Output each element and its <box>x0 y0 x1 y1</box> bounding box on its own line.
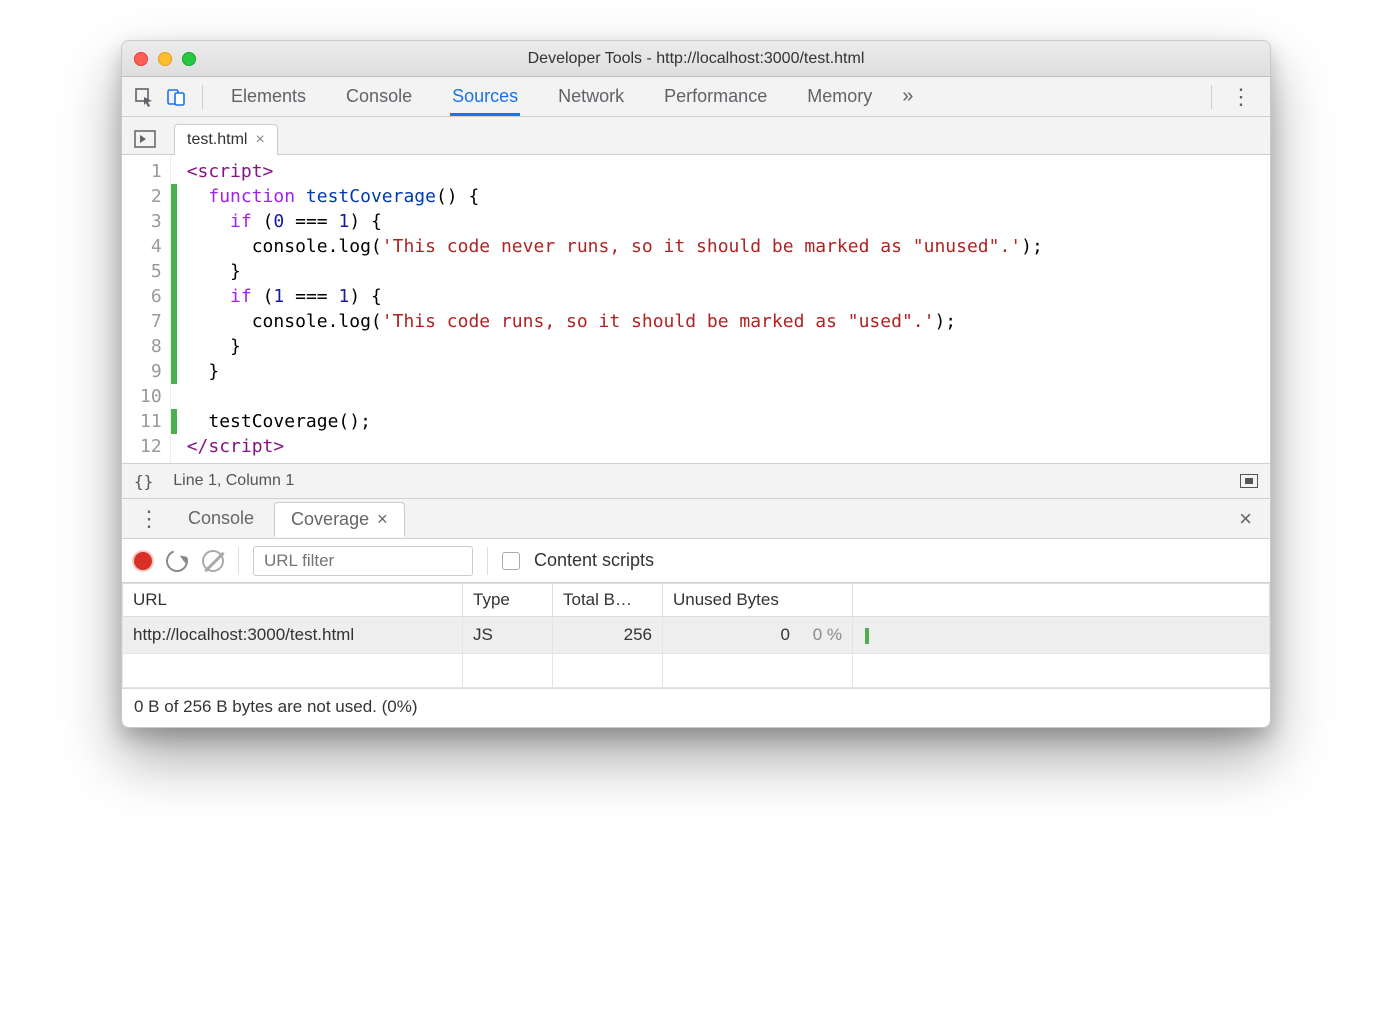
tab-performance[interactable]: Performance <box>644 77 787 116</box>
line-number: 7 <box>122 309 170 334</box>
editor-status-bar: {} Line 1, Column 1 <box>122 463 1270 499</box>
main-tabs: ElementsConsoleSourcesNetworkPerformance… <box>211 77 892 116</box>
toggle-drawer-icon[interactable] <box>1240 474 1258 488</box>
inspect-element-icon[interactable] <box>130 83 158 111</box>
tab-console[interactable]: Console <box>326 77 432 116</box>
code-line: } <box>187 359 1043 384</box>
line-number: 5 <box>122 259 170 284</box>
main-toolbar: ElementsConsoleSourcesNetworkPerformance… <box>122 77 1270 117</box>
toolbar-divider <box>487 547 488 575</box>
cursor-position: Line 1, Column 1 <box>173 472 294 490</box>
source-editor[interactable]: 123456789101112 <script> function testCo… <box>122 155 1270 463</box>
drawer-tab-coverage[interactable]: Coverage × <box>274 502 405 537</box>
code-line: console.log('This code never runs, so it… <box>187 234 1043 259</box>
reload-icon[interactable] <box>162 546 191 575</box>
cell-url: http://localhost:3000/test.html <box>123 617 463 654</box>
close-icon[interactable]: × <box>377 509 388 530</box>
code-line: if (1 === 1) { <box>187 284 1043 309</box>
line-number: 4 <box>122 234 170 259</box>
line-number: 1 <box>122 159 170 184</box>
file-tab-test-html[interactable]: test.html × <box>174 124 278 155</box>
devtools-window: Developer Tools - http://localhost:3000/… <box>121 40 1271 728</box>
close-icon[interactable]: × <box>255 131 264 149</box>
line-number: 3 <box>122 209 170 234</box>
close-drawer-icon[interactable]: × <box>1229 506 1262 532</box>
col-total-bytes[interactable]: Total B… <box>553 584 663 617</box>
drawer-tab-bar: ⋮ Console Coverage × × <box>122 499 1270 539</box>
code-line: if (0 === 1) { <box>187 209 1043 234</box>
line-number: 6 <box>122 284 170 309</box>
line-number: 2 <box>122 184 170 209</box>
line-number: 10 <box>122 384 170 409</box>
drawer-tab-label: Coverage <box>291 509 369 530</box>
code-line: console.log('This code runs, so it shoul… <box>187 309 1043 334</box>
show-navigator-icon[interactable] <box>130 124 160 154</box>
tab-sources[interactable]: Sources <box>432 77 538 116</box>
code-area[interactable]: <script> function testCoverage() { if (0… <box>177 155 1043 463</box>
table-header-row: URL Type Total B… Unused Bytes <box>123 584 1270 617</box>
coverage-table: URL Type Total B… Unused Bytes http://lo… <box>122 583 1270 688</box>
content-scripts-checkbox[interactable] <box>502 552 520 570</box>
line-number: 9 <box>122 359 170 384</box>
col-unused-bytes[interactable]: Unused Bytes <box>663 584 853 617</box>
line-number: 11 <box>122 409 170 434</box>
code-line: function testCoverage() { <box>187 184 1043 209</box>
line-number: 12 <box>122 434 170 459</box>
record-button[interactable] <box>134 552 152 570</box>
table-row <box>123 654 1270 688</box>
tab-network[interactable]: Network <box>538 77 644 116</box>
code-line: } <box>187 259 1043 284</box>
cell-type: JS <box>463 617 553 654</box>
cell-usage-bar <box>853 617 1270 654</box>
toolbar-divider <box>1211 85 1212 109</box>
code-line: testCoverage(); <box>187 409 1043 434</box>
col-url[interactable]: URL <box>123 584 463 617</box>
code-line: } <box>187 334 1043 359</box>
toolbar-divider <box>238 547 239 575</box>
toolbar-divider <box>202 85 203 109</box>
col-visual <box>853 584 1270 617</box>
drawer-menu-icon[interactable]: ⋮ <box>130 506 168 532</box>
file-tab-bar: test.html × <box>122 117 1270 155</box>
code-line: </script> <box>187 434 1043 459</box>
coverage-toolbar: Content scripts <box>122 539 1270 583</box>
coverage-summary: 0 B of 256 B bytes are not used. (0%) <box>122 688 1270 727</box>
drawer-tab-console[interactable]: Console <box>172 502 270 535</box>
content-scripts-label: Content scripts <box>534 550 654 571</box>
cell-unused: 0 0 % <box>663 617 853 654</box>
col-type[interactable]: Type <box>463 584 553 617</box>
tab-memory[interactable]: Memory <box>787 77 892 116</box>
pretty-print-icon[interactable]: {} <box>134 472 153 491</box>
settings-menu-icon[interactable]: ⋮ <box>1220 84 1262 110</box>
more-tabs-button[interactable]: » <box>892 85 923 108</box>
clear-icon[interactable] <box>202 550 224 572</box>
device-toolbar-icon[interactable] <box>162 83 190 111</box>
cell-total: 256 <box>553 617 663 654</box>
table-row[interactable]: http://localhost:3000/test.html JS 256 0… <box>123 617 1270 654</box>
code-line: <script> <box>187 159 1043 184</box>
line-number-gutter: 123456789101112 <box>122 155 171 463</box>
code-line <box>187 384 1043 409</box>
titlebar: Developer Tools - http://localhost:3000/… <box>122 41 1270 77</box>
file-tab-label: test.html <box>187 131 247 149</box>
tab-elements[interactable]: Elements <box>211 77 326 116</box>
line-number: 8 <box>122 334 170 359</box>
window-title: Developer Tools - http://localhost:3000/… <box>122 50 1270 68</box>
url-filter-input[interactable] <box>253 546 473 576</box>
